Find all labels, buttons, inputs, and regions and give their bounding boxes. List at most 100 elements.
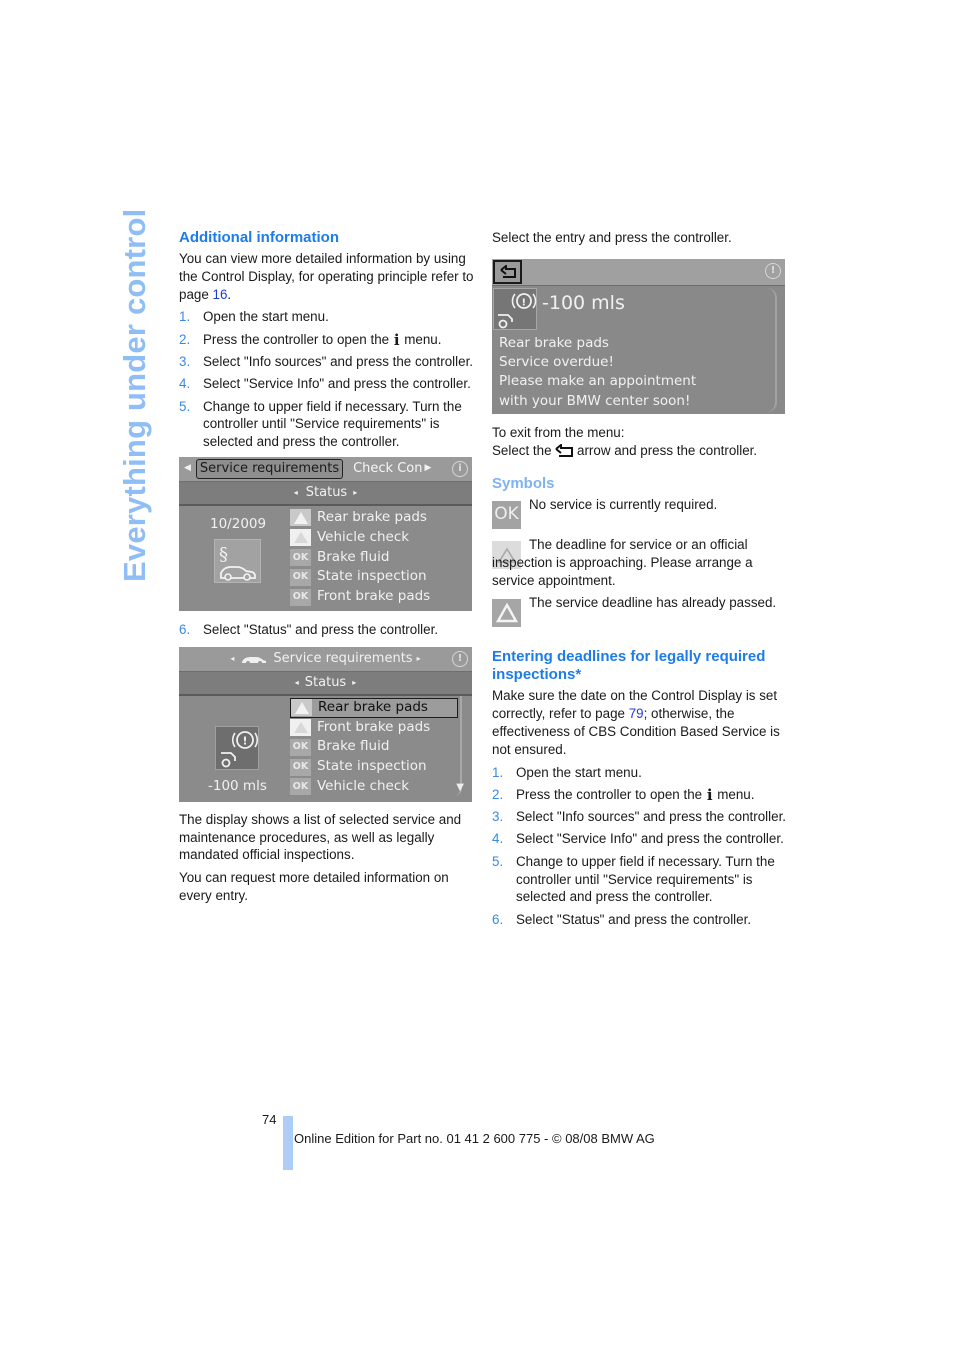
status-left-arrow-icon: ◂ (293, 488, 298, 498)
step-text: Change to upper field if necessary. Turn… (203, 398, 462, 450)
screen-body: ! -100 mls Rear brake pads Front brake p… (179, 695, 472, 800)
service-item-rear-brake-pads: Rear brake pads (290, 508, 465, 528)
screen-tab-bar: ◀ Service requirements Check Con ▶ i (179, 456, 472, 482)
step-text-part: Press the controller to open the (203, 331, 393, 347)
warning-overdue-icon (290, 509, 311, 527)
screen-back-bar: ! (492, 258, 785, 286)
service-item-rear-brake-pads-selected: Rear brake pads (290, 697, 458, 718)
step-item: 4. Select "Service Info" and press the co… (179, 375, 474, 393)
step-text: Select "Status" and press the controller… (516, 911, 752, 927)
page-link-79[interactable]: 79 (629, 706, 644, 721)
right-column: Select the entry and press the controlle… (492, 229, 787, 933)
step-text: Press the controller to open the i menu. (203, 331, 474, 349)
message-line: Service overdue! (499, 354, 614, 371)
step-text: Select "Service Info" and press the cont… (203, 376, 471, 392)
tab-check-control: Check Con (353, 461, 423, 477)
footer-accent-bar (283, 1116, 293, 1170)
service-item-label: Vehicle check (317, 528, 410, 545)
ok-icon: OK (290, 758, 311, 776)
page-number: 74 (262, 1112, 277, 1127)
tab-service-requirements: Service requirements (195, 458, 344, 479)
tab-left-arrow-icon: ◀ (184, 463, 191, 474)
remaining-distance: -100 mls (208, 777, 267, 794)
step-text-part: Press the controller to open the (516, 786, 706, 802)
info-icon: i (393, 330, 400, 349)
service-item-front-brake-pads: OK Front brake pads (290, 587, 465, 607)
service-item-label: Rear brake pads (318, 698, 428, 715)
message-line: Please make an appointment (499, 373, 697, 390)
intro-end: . (227, 286, 232, 302)
page-link-16[interactable]: 16 (213, 287, 228, 302)
step-item: 2. Press the controller to open the i men… (179, 331, 474, 349)
step-text: Change to upper field if necessary. Turn… (516, 853, 775, 905)
step-item: 6. Select "Status" and press the controll… (492, 911, 787, 929)
intro-paragraph: You can view more detailed information b… (179, 250, 474, 303)
step-text: Select "Info sources" and press the cont… (516, 809, 787, 825)
step-item: 1. Open the start menu. (492, 764, 787, 782)
step-text: Select "Info sources" and press the cont… (203, 353, 474, 369)
back-arrow-icon (555, 442, 574, 457)
tab-right-arrow-icon: ▶ (424, 463, 432, 474)
step-number: 5. (179, 398, 191, 414)
service-item-label: Front brake pads (317, 718, 431, 735)
service-item-label: State inspection (317, 758, 427, 775)
screen-body: ! -100 mls Rear brake pads Service overd… (492, 286, 785, 414)
exit-instruction-line2: Select the arrow and press the controlle… (492, 442, 787, 460)
detail-info-paragraph: You can request more detailed informatio… (179, 870, 449, 903)
step-item: 1. Open the start menu. (179, 308, 474, 326)
chapter-side-title: Everything under control (117, 208, 152, 582)
ok-icon: OK (290, 588, 311, 606)
controller-icon: i (452, 460, 468, 477)
message-line: with your BMW center soon! (499, 392, 691, 409)
steps-list-right: 1. Open the start menu. 2. Press the contr… (492, 764, 787, 929)
date-setting-paragraph: Make sure the date on the Control Displa… (492, 687, 787, 758)
service-item-state-inspection: OK State inspection (290, 567, 465, 587)
step-text: Press the controller to open the i menu. (516, 786, 787, 804)
svg-text:!: ! (243, 734, 248, 747)
controller-icon: ! (765, 262, 781, 279)
header-left-arrow-icon: ◂ (230, 653, 235, 663)
warning-overdue-symbol-icon (492, 599, 521, 628)
scroll-arc (767, 287, 777, 412)
step-item: 2. Press the controller to open the i men… (492, 786, 787, 804)
step-number: 2. (492, 786, 504, 802)
service-item-brake-fluid: OK Brake fluid (290, 737, 458, 757)
step-number: 6. (179, 621, 191, 637)
step-number: 3. (179, 353, 191, 369)
header-label: Service requirements (273, 650, 413, 666)
step-item: 6. Select "Status" and press the controll… (179, 621, 474, 639)
ok-icon: OK (290, 568, 311, 586)
service-item-vehicle-check: Vehicle check (290, 528, 465, 548)
message-text: Rear brake pads Service overdue! Please … (499, 334, 696, 411)
section-heading-symbols: Symbols (492, 475, 555, 493)
steps-list: 1. Open the start menu. 2. Press the contr… (179, 308, 474, 451)
step-item: 5. Change to upper field if necessary. Tu… (492, 853, 787, 906)
list-description-paragraph: The display shows a list of selected ser… (179, 811, 462, 863)
exit-text: arrow and press the controller. (573, 442, 758, 458)
exit-text: Select the (492, 442, 556, 458)
control-display-screenshot-overview: ◀ Service requirements Check Con ▶ i ◂ S… (179, 456, 472, 611)
steps-list-continued: 6. Select "Status" and press the controll… (179, 621, 474, 639)
service-item-front-brake-pads: Front brake pads (290, 718, 458, 738)
step-text: Open the start menu. (516, 764, 642, 780)
warning-overdue-symbol-text: The service deadline has already passed. (529, 595, 777, 611)
ok-symbol-icon: OK (492, 501, 521, 530)
step-text-part: menu. (400, 331, 442, 347)
status-right-arrow-icon: ▸ (353, 488, 358, 498)
service-item-vehicle-check: OK Vehicle check (290, 777, 458, 797)
step-text: Select "Service Info" and press the cont… (516, 831, 784, 847)
message-line: Rear brake pads (499, 334, 609, 351)
warning-approaching-symbol-text: The deadline for service or an official … (492, 537, 753, 588)
info-icon: i (706, 785, 713, 804)
screen-header-bar: ◂ Service requirements ▸ ! (179, 646, 472, 672)
step-number: 6. (492, 911, 504, 927)
warning-approaching-icon (290, 529, 311, 547)
step-number: 4. (492, 831, 504, 847)
status-label: Status (304, 674, 347, 690)
header-right-arrow-icon: ▸ (416, 653, 421, 663)
service-list: Rear brake pads Vehicle check OK Brake fl… (290, 508, 465, 607)
ok-symbol-text: No service is currently required. (529, 497, 718, 513)
due-date: 10/2009 (210, 515, 267, 532)
svg-text:§: § (219, 544, 228, 565)
brake-pad-warning-icon: ! (215, 725, 259, 770)
